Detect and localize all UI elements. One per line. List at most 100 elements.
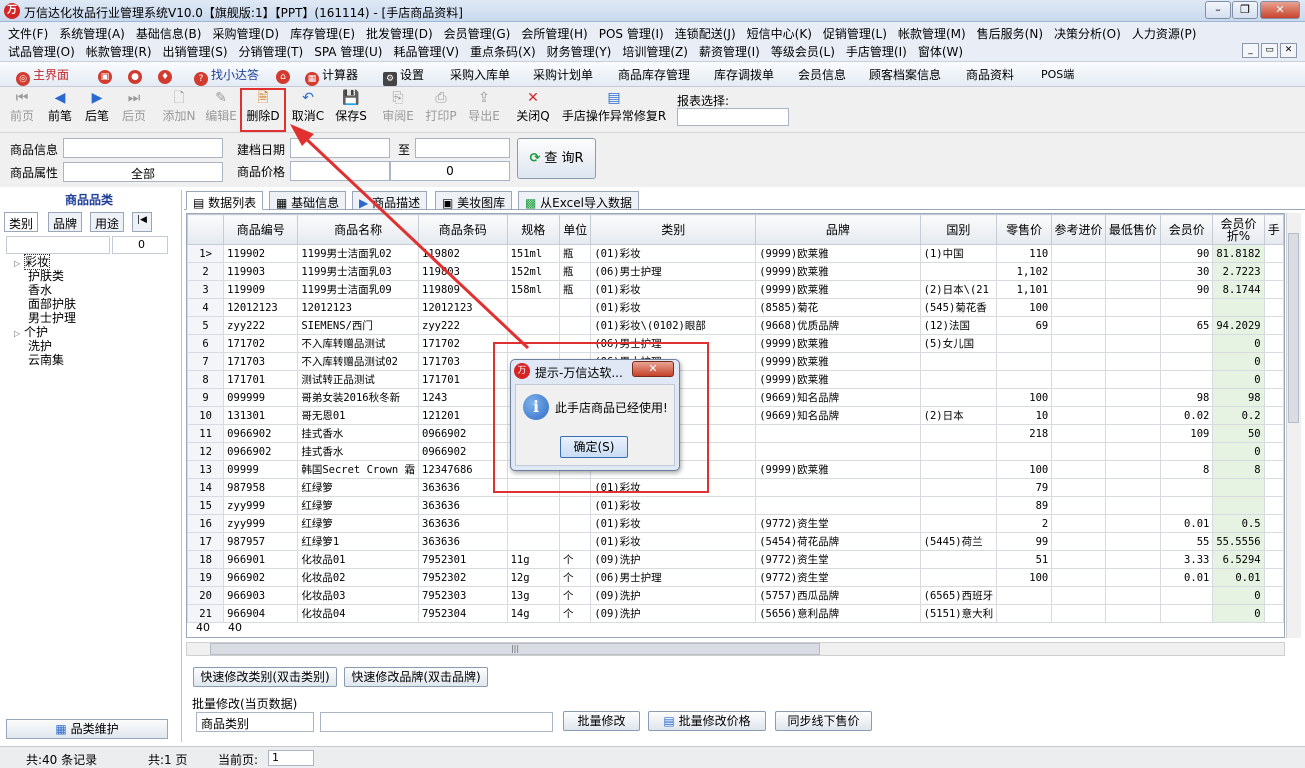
column-header[interactable]: 零售价 bbox=[996, 214, 1053, 245]
table-row[interactable]: 19 966902 化妆品02 7952302 12g 个 (06)男士护理 (9772)资生… bbox=[187, 568, 1284, 587]
menu-item[interactable]: 手店管理(I) bbox=[846, 45, 907, 59]
table-row[interactable]: 6 171702 不入库转赠品测试 171702 (06)男士护理 (9999)欧莱雅 (5… bbox=[187, 334, 1284, 353]
price-to-input[interactable]: 0 bbox=[390, 161, 510, 181]
tab-brand[interactable]: 品牌 bbox=[48, 212, 83, 232]
pos-link[interactable]: POS端 bbox=[1041, 66, 1074, 82]
batch-modify-button[interactable]: 批量修改 bbox=[563, 711, 640, 731]
column-header[interactable]: 品牌 bbox=[755, 214, 921, 245]
tree-item-perfume[interactable]: 香水 bbox=[14, 283, 76, 297]
help-shortcut[interactable]: ? 找小达答 bbox=[194, 66, 259, 86]
column-header[interactable]: 单位 bbox=[559, 214, 592, 245]
sync-offline-price-button[interactable]: 同步线下售价 bbox=[775, 711, 872, 731]
mdi-close-button[interactable]: ✕ bbox=[1280, 43, 1297, 58]
tree-item-makeup[interactable]: ▷ 彩妆 bbox=[14, 254, 76, 270]
tab-scroll[interactable]: |◀ bbox=[132, 212, 152, 232]
menu-item[interactable]: 会所管理(H) bbox=[521, 27, 587, 41]
audit-button[interactable]: ⎘ 审阅E bbox=[378, 89, 418, 124]
column-header[interactable]: 商品名称 bbox=[297, 214, 420, 245]
table-row[interactable]: 4 12012123 12012123 12012123 (01)彩妆 (8585)菊花(… bbox=[187, 298, 1284, 317]
menu-item[interactable]: 库存管理(E) bbox=[290, 27, 355, 41]
tree-item-face-care[interactable]: 面部护肤 bbox=[14, 297, 76, 311]
home-shortcut[interactable]: ◎ 主界面 bbox=[16, 66, 69, 86]
product-info-input[interactable] bbox=[63, 138, 223, 158]
column-header[interactable]: 规格 bbox=[506, 214, 561, 245]
table-row[interactable]: 12 0966902 挂式香水 0966902 0 bbox=[187, 442, 1284, 461]
tree-item-men-care[interactable]: 男士护理 bbox=[14, 311, 76, 325]
horizontal-scroll-thumb[interactable]: ||| bbox=[210, 643, 820, 655]
cancel-button[interactable]: ↶ 取消C bbox=[288, 89, 328, 124]
column-header[interactable]: 会员价折% bbox=[1212, 214, 1265, 245]
column-header[interactable]: 类别 bbox=[590, 214, 757, 245]
stock-transfer-link[interactable]: 库存调拨单 bbox=[714, 66, 774, 83]
tab-description[interactable]: ▶ 商品描述 bbox=[352, 191, 428, 210]
table-row[interactable]: 5 zyy222 SIEMENS/西门 zyy222 (01)彩妆\(0102)眼部 (9… bbox=[187, 316, 1284, 335]
column-header[interactable]: 国别 bbox=[919, 214, 998, 245]
category-maintain-button[interactable]: ▦ 品类维护 bbox=[6, 719, 168, 739]
quick-edit-category-button[interactable]: 快速修改类别(双击类别) bbox=[193, 667, 337, 687]
tab-gallery[interactable]: ▣ 美妆图库 bbox=[435, 191, 513, 210]
table-row[interactable]: 14 987958 红绿箩 363636 (01)彩妆 79 bbox=[187, 478, 1284, 497]
table-row[interactable]: 8 171701 测试转正品测试 171701 (9999)欧莱雅 0 bbox=[187, 370, 1284, 389]
minimize-button[interactable]: – bbox=[1205, 1, 1231, 19]
table-row[interactable]: 2 119903 1199男士洁面乳03 119803 152ml 瓶 (06)男士护理 (9… bbox=[187, 262, 1284, 281]
menu-item[interactable]: 促销管理(L) bbox=[823, 27, 887, 41]
first-page-button[interactable]: ⏮ 前页 bbox=[2, 89, 42, 124]
table-row[interactable]: 11 0966902 挂式香水 0966902 218 109 50 bbox=[187, 424, 1284, 443]
menu-item[interactable]: POS 管理(I) bbox=[599, 27, 664, 41]
menu-item[interactable]: 帐款管理(M) bbox=[898, 27, 966, 41]
menu-item[interactable]: 采购管理(D) bbox=[212, 27, 279, 41]
current-page-input[interactable]: 1 bbox=[268, 750, 314, 766]
next-record-button[interactable]: ▶ 后笔 bbox=[77, 89, 117, 124]
chat-shortcut[interactable]: ● bbox=[128, 66, 145, 84]
purchase-plan-link[interactable]: 采购计划单 bbox=[533, 66, 593, 83]
menu-item[interactable]: 连锁配送(J) bbox=[675, 27, 736, 41]
batch-price-button[interactable]: ▤ 批量修改价格 bbox=[648, 711, 766, 731]
dialog-close-button[interactable]: ✕ bbox=[632, 361, 674, 377]
menu-item[interactable]: 等级会员(L) bbox=[771, 45, 835, 59]
tree-item-personal-care[interactable]: ▷ 个护 bbox=[14, 325, 76, 339]
menu-item[interactable]: 批发管理(D) bbox=[366, 27, 433, 41]
menu-item[interactable]: 分销管理(T) bbox=[239, 45, 304, 59]
created-date-from[interactable] bbox=[290, 138, 390, 158]
close-window-button[interactable]: ✕ bbox=[1260, 1, 1300, 19]
table-row[interactable]: 7171703不入库转赠品测试02171703(06)男士护理(9999)欧莱雅… bbox=[187, 352, 1284, 371]
menu-item[interactable]: 窗体(W) bbox=[918, 45, 963, 59]
menu-item[interactable]: 耗品管理(V) bbox=[393, 45, 459, 59]
tree-item-yunnan[interactable]: 云南集 bbox=[14, 353, 76, 367]
menu-item[interactable]: SPA 管理(U) bbox=[314, 45, 382, 59]
tab-usage[interactable]: 用途 bbox=[90, 212, 125, 232]
column-header[interactable]: 最低售价 bbox=[1104, 214, 1162, 245]
product-attr-select[interactable]: 全部 bbox=[63, 162, 223, 182]
close-button[interactable]: ✕ 关闭Q bbox=[513, 89, 553, 124]
table-row[interactable]: 20 966903 化妆品03 7952303 13g 个 (09)洗护 (5757)西瓜品牌… bbox=[187, 586, 1284, 605]
batch-value-input[interactable] bbox=[320, 712, 553, 732]
menu-item[interactable]: 财务管理(Y) bbox=[547, 45, 612, 59]
export-button[interactable]: ⇪ 导出E bbox=[464, 89, 504, 124]
tab-data-list[interactable]: ▤ 数据列表 bbox=[186, 191, 264, 210]
quick-edit-brand-button[interactable]: 快速修改品牌(双击品牌) bbox=[344, 667, 488, 687]
tree-item-skincare[interactable]: 护肤类 bbox=[14, 269, 76, 283]
menu-item[interactable]: 短信中心(K) bbox=[747, 27, 812, 41]
column-header[interactable]: 商品编号 bbox=[223, 214, 299, 245]
customer-archive-link[interactable]: 顾客档案信息 bbox=[869, 66, 941, 83]
category-search-input[interactable] bbox=[6, 236, 110, 254]
lock-shortcut[interactable]: ▣ bbox=[98, 66, 115, 84]
tab-basic-info[interactable]: ▦ 基础信息 bbox=[269, 191, 347, 210]
batch-field-select[interactable]: 商品类别 bbox=[196, 712, 314, 732]
table-row[interactable]: 3 119909 1199男士洁面乳09 119809 158ml 瓶 (01)彩妆 (999… bbox=[187, 280, 1284, 299]
report-select-input[interactable] bbox=[677, 108, 789, 126]
table-row[interactable]: 16 zyy999 红绿箩 363636 (01)彩妆 (9772)资生堂 2 0.01 0.5 bbox=[187, 514, 1284, 533]
dialog-ok-button[interactable]: 确定(S) bbox=[560, 436, 628, 458]
save-button[interactable]: 💾 保存S bbox=[331, 89, 371, 124]
maximize-button[interactable]: ❐ bbox=[1232, 1, 1258, 19]
column-header[interactable]: 参考进价 bbox=[1051, 214, 1106, 245]
column-header[interactable] bbox=[187, 214, 225, 245]
menu-item[interactable]: 决策分析(O) bbox=[1054, 27, 1121, 41]
table-row[interactable]: 1> 119902 1199男士洁面乳02 119802 151ml 瓶 (01)彩妆 (99… bbox=[187, 244, 1284, 263]
shield-shortcut[interactable]: ♦ bbox=[158, 66, 175, 84]
purchase-inbound-link[interactable]: 采购入库单 bbox=[450, 66, 510, 83]
menu-item[interactable]: 售后服务(N) bbox=[977, 27, 1043, 41]
settings-shortcut[interactable]: ⚙ 设置 bbox=[383, 66, 424, 86]
inventory-manage-link[interactable]: 商品库存管理 bbox=[618, 66, 690, 83]
menu-item[interactable]: 帐款管理(R) bbox=[86, 45, 152, 59]
